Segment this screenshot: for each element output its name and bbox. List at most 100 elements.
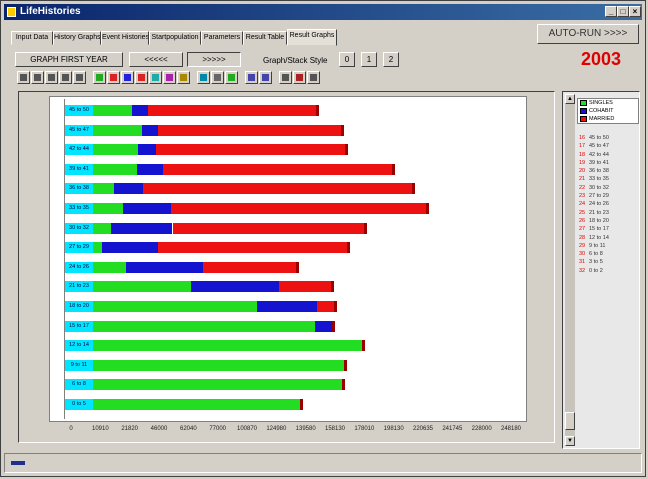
age-list-item[interactable]: 24 24 to 26 — [579, 200, 637, 208]
bar-end-cap — [364, 222, 368, 234]
chart-area-icon[interactable] — [149, 71, 162, 84]
bar-end-cap — [331, 320, 335, 332]
bar-segment-married — [156, 144, 346, 156]
x-tick-label: 77000 — [209, 426, 226, 432]
chart-legend: SINGLES COHABIT MARRIED — [577, 98, 639, 124]
age-list-range: 30 to 32 — [589, 184, 609, 191]
font-icon[interactable] — [279, 71, 292, 84]
age-list-item[interactable]: 26 18 to 20 — [579, 217, 637, 225]
export-icon[interactable] — [73, 71, 86, 84]
tab-result-table[interactable]: Result Table — [243, 31, 287, 45]
tab-input-data[interactable]: Input Data — [11, 31, 53, 45]
next-year-button[interactable]: >>>>> — [187, 52, 241, 67]
image-icon[interactable] — [197, 71, 210, 84]
previous-year-button[interactable]: <<<<< — [129, 52, 183, 67]
tab-startpopulation[interactable]: Startpopulation — [149, 31, 201, 45]
age-group-label: 45 to 50 — [65, 105, 93, 116]
scroll-up-icon[interactable]: ▲ — [565, 94, 575, 104]
age-list-item[interactable]: 19 39 to 41 — [579, 159, 637, 167]
zoom-out-icon[interactable] — [259, 71, 272, 84]
age-list-item[interactable]: 16 45 to 50 — [579, 134, 637, 142]
minimize-button[interactable]: _ — [605, 6, 617, 17]
zoom-in-icon-glyph — [248, 74, 255, 81]
chart-bar-icon-glyph — [96, 74, 103, 81]
print-icon[interactable] — [17, 71, 30, 84]
style-2-button[interactable]: 2 — [383, 52, 399, 67]
age-list-index: 20 — [579, 168, 586, 175]
age-group-label: 36 to 38 — [65, 183, 93, 195]
image-icon-glyph — [200, 74, 207, 81]
plot-area: 45 to 50 45 to 47 42 to 44 39 to 41 36 to 38… — [49, 96, 527, 422]
age-group-label: 42 to 44 — [65, 144, 93, 156]
age-list-item[interactable]: 18 42 to 44 — [579, 151, 637, 159]
graph-first-year-button[interactable]: GRAPH FIRST YEAR — [15, 52, 123, 67]
age-list-item[interactable]: 21 33 to 35 — [579, 175, 637, 183]
grid-icon[interactable] — [211, 71, 224, 84]
age-list-range: 12 to 14 — [589, 234, 609, 241]
age-list-item[interactable]: 23 27 to 29 — [579, 192, 637, 200]
x-tick-label: 139580 — [295, 426, 316, 432]
style-1-button[interactable]: 1 — [361, 52, 377, 67]
title-bar[interactable]: LifeHistories _ □ × — [4, 4, 642, 20]
age-list-item[interactable]: 27 15 to 17 — [579, 225, 637, 233]
bar-segment-cohabit — [314, 320, 332, 332]
bar-segment-cohabit — [125, 261, 204, 273]
age-list-item[interactable]: 20 36 to 38 — [579, 167, 637, 175]
bar-segment-married — [162, 163, 393, 175]
age-list-range: 36 to 38 — [589, 168, 609, 175]
tools-icon[interactable] — [307, 71, 320, 84]
current-year: 2003 — [581, 49, 622, 69]
age-list-item[interactable]: 22 30 to 32 — [579, 184, 637, 192]
save-icon[interactable] — [31, 71, 44, 84]
legend-icon[interactable] — [225, 71, 238, 84]
chart-bar-icon[interactable] — [93, 71, 106, 84]
age-list-range: 42 to 44 — [589, 151, 609, 158]
vertical-scrollbar[interactable]: ▲ ▼ — [565, 94, 575, 446]
scroll-thumb[interactable] — [565, 412, 575, 430]
bar-segment-married — [157, 124, 341, 136]
style-0-button[interactable]: 0 — [339, 52, 355, 67]
chart-pie-icon[interactable] — [163, 71, 176, 84]
maximize-button[interactable]: □ — [617, 6, 629, 17]
chart-line-icon-glyph — [138, 74, 145, 81]
tab-parameters[interactable]: Parameters — [201, 31, 243, 45]
age-list-item[interactable]: 29 9 to 11 — [579, 242, 637, 250]
age-list-item[interactable]: 28 12 to 14 — [579, 234, 637, 242]
tab-event-histories[interactable]: Event Histories — [101, 31, 149, 45]
zoom-in-icon[interactable] — [245, 71, 258, 84]
age-list-index: 26 — [579, 217, 586, 224]
age-list-range: 9 to 11 — [589, 242, 606, 249]
tab-result-graphs[interactable]: Result Graphs — [287, 29, 337, 46]
age-list-item[interactable]: 31 3 to 5 — [579, 258, 637, 266]
bar-segment-cohabit — [131, 105, 148, 116]
bar-segment-singles — [65, 340, 362, 352]
tab-history-graphs[interactable]: History Graphs — [53, 31, 101, 45]
bar-end-cap — [340, 124, 344, 136]
close-button[interactable]: × — [629, 6, 641, 17]
age-list-item[interactable]: 25 21 to 23 — [579, 209, 637, 217]
age-group-list[interactable]: 16 45 to 50 17 45 to 47 18 42 to 44 19 39 to 41… — [579, 134, 637, 275]
bar-segment-singles — [65, 320, 315, 332]
age-list-index: 21 — [579, 176, 586, 183]
age-group-label: 15 to 17 — [65, 320, 93, 332]
chart-bar-icon[interactable] — [107, 71, 120, 84]
age-list-item[interactable]: 30 6 to 8 — [579, 250, 637, 258]
age-list-item[interactable]: 32 0 to 2 — [579, 267, 637, 275]
scroll-down-icon[interactable]: ▼ — [565, 436, 575, 446]
help-icon-glyph — [296, 74, 303, 81]
age-list-item[interactable]: 17 45 to 47 — [579, 142, 637, 150]
number-icon[interactable] — [59, 71, 72, 84]
copy-icon[interactable] — [45, 71, 58, 84]
age-list-index: 30 — [579, 251, 586, 258]
export-icon-glyph — [76, 74, 83, 81]
tools-icon-glyph — [310, 74, 317, 81]
help-icon[interactable] — [293, 71, 306, 84]
chart-bar-icon[interactable] — [121, 71, 134, 84]
x-tick-label: 62040 — [179, 426, 197, 432]
bar-segment-cohabit — [102, 242, 158, 254]
chart-line-icon[interactable] — [135, 71, 148, 84]
age-group-label: 27 to 29 — [65, 242, 93, 254]
auto-run-button[interactable]: AUTO-RUN >>>> — [537, 24, 639, 44]
age-group-label: 45 to 47 — [65, 124, 93, 136]
chart-3d-icon[interactable] — [177, 71, 190, 84]
